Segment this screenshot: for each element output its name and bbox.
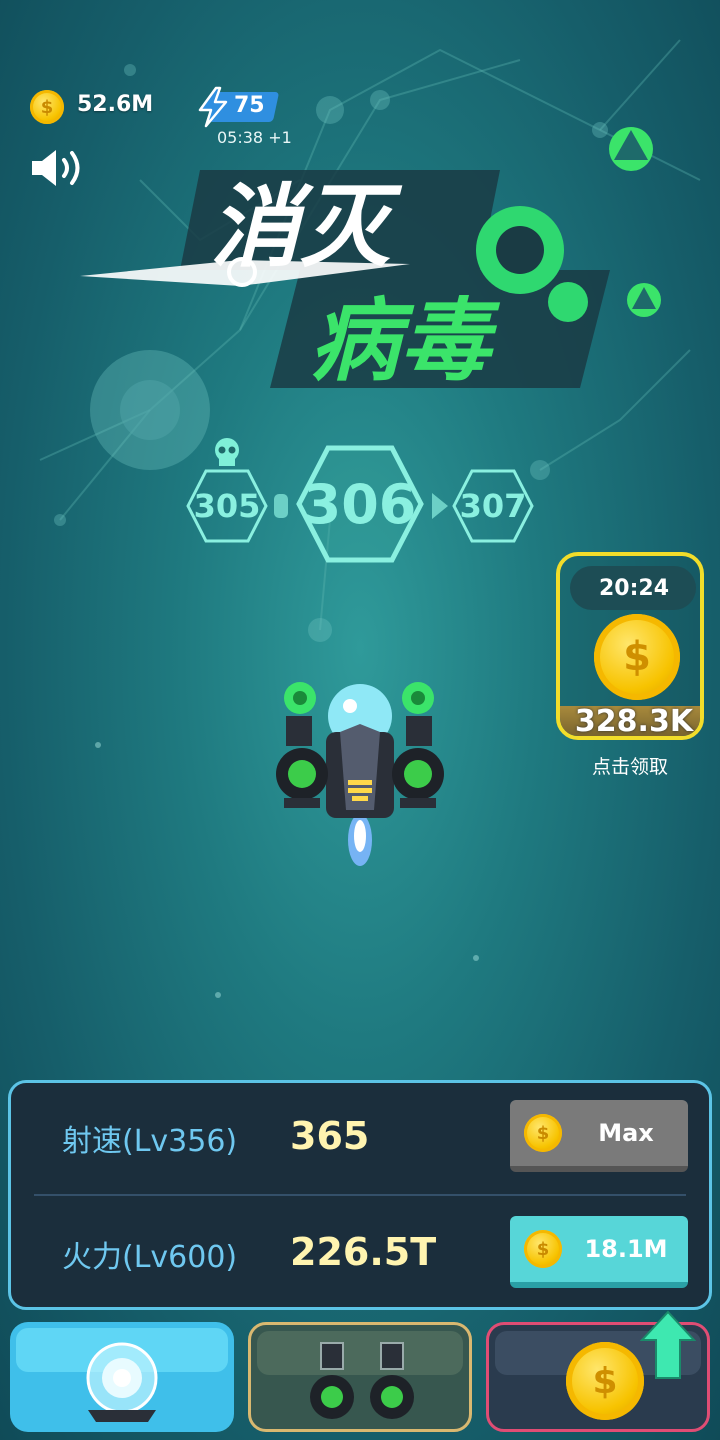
fire-rate-value: 365 xyxy=(290,1114,370,1158)
chevron-right-icon xyxy=(432,493,448,519)
skull-icon xyxy=(215,438,239,466)
title-line-2: 病毒 xyxy=(310,289,501,390)
fire-power-label: 火力(Lv600) xyxy=(62,1240,238,1275)
level-previous-number: 305 xyxy=(193,487,261,525)
fire-rate-upgrade-label: Max xyxy=(598,1119,654,1147)
fire-rate-upgrade-button[interactable]: $ Max xyxy=(510,1100,688,1172)
tab-turret[interactable] xyxy=(248,1322,472,1432)
coin-icon: $ xyxy=(524,1230,562,1268)
fire-rate-label: 射速(Lv356) xyxy=(62,1124,238,1159)
up-arrow-icon xyxy=(640,1310,696,1379)
fire-power-upgrade-label: 18.1M xyxy=(584,1235,668,1263)
game-title-logo: 消灭 病毒 xyxy=(80,170,610,390)
virus-icon xyxy=(627,283,661,317)
energy-count: 75 xyxy=(234,93,265,118)
reward-claim-label[interactable]: 点击领取 xyxy=(556,752,704,779)
level-previous: 305 xyxy=(186,468,268,544)
virus-icon xyxy=(609,127,653,171)
divider xyxy=(34,1194,686,1196)
fire-power-upgrade-button[interactable]: $ 18.1M xyxy=(510,1216,688,1288)
coin-balance: 52.6M xyxy=(77,92,154,117)
cockpit-icon xyxy=(86,1342,158,1422)
level-next-number: 307 xyxy=(459,487,527,525)
level-current-number: 306 xyxy=(303,472,417,536)
energy-timer: 05:38 +1 xyxy=(217,128,292,147)
offline-reward-button[interactable]: 20:24 $ 328.3K xyxy=(556,552,704,740)
player-ship[interactable] xyxy=(270,680,450,870)
level-connector xyxy=(274,494,288,518)
coin-icon: $ xyxy=(594,614,680,700)
reward-amount: 328.3K xyxy=(574,704,694,739)
title-line-1: 消灭 xyxy=(210,175,403,280)
speaker-icon[interactable] xyxy=(28,146,88,190)
level-current: 306 xyxy=(295,444,425,564)
coin-icon: $ xyxy=(30,90,64,124)
coin-icon: $ xyxy=(566,1342,644,1420)
reward-timer: 20:24 xyxy=(598,576,670,601)
turret-icon xyxy=(310,1342,414,1419)
lightning-bolt-icon xyxy=(198,86,228,128)
level-next: 307 xyxy=(452,468,534,544)
fire-power-value: 226.5T xyxy=(290,1230,437,1274)
coin-icon: $ xyxy=(524,1114,562,1152)
tab-ship[interactable] xyxy=(10,1322,234,1432)
